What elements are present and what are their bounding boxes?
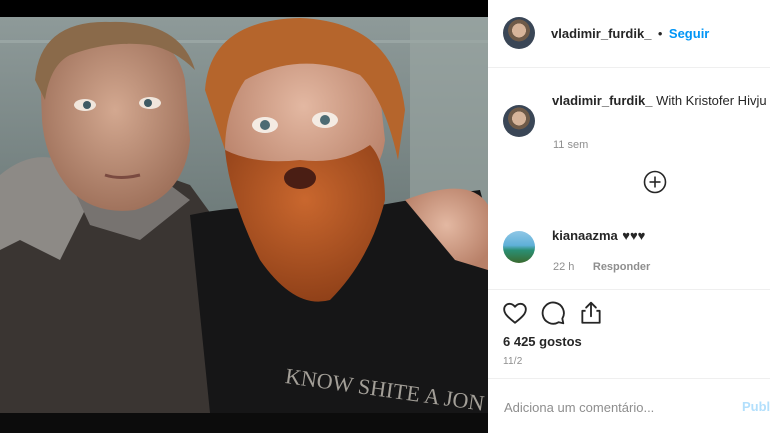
comment-icon[interactable] <box>540 300 566 326</box>
author-username[interactable]: vladimir_furdik_ <box>551 26 651 41</box>
post-sidebar: vladimir_furdik_ • Seguir vladimir_furdi… <box>488 0 770 433</box>
comment-item: kianaazma ♥♥♥ <box>552 227 645 245</box>
comment-text: ♥♥♥ <box>622 228 646 243</box>
caption: vladimir_furdik_ With Kristofer Hivju a … <box>552 92 770 110</box>
comment-input[interactable] <box>502 395 736 419</box>
post-photo-image: KNOW SHITE A JON SN <box>0 0 488 433</box>
comment-time[interactable]: 22 h <box>553 261 574 273</box>
caption-username[interactable]: vladimir_furdik_ <box>552 93 652 108</box>
follow-button[interactable]: Seguir <box>669 26 709 41</box>
author-line: vladimir_furdik_ • Seguir <box>551 25 709 43</box>
share-icon[interactable] <box>578 300 604 326</box>
like-count[interactable]: 6 425 gostos <box>503 334 582 349</box>
reply-button[interactable]: Responder <box>593 261 650 273</box>
post-photo[interactable]: KNOW SHITE A JON SN <box>0 0 488 433</box>
author-avatar[interactable] <box>503 17 535 49</box>
publish-button[interactable]: Publicar <box>742 399 770 414</box>
caption-time[interactable]: 11 sem <box>553 139 588 151</box>
commenter-avatar[interactable] <box>503 231 535 263</box>
comment-meta: 22 h Responder <box>553 257 650 275</box>
post-actions: 6 425 gostos 11/2 <box>488 289 770 380</box>
comment-username[interactable]: kianaazma <box>552 228 618 243</box>
caption-avatar[interactable] <box>503 105 535 137</box>
post-date: 11/2 <box>503 356 523 367</box>
plus-circle-icon[interactable] <box>643 170 667 194</box>
add-comment-bar: Publicar <box>488 378 770 433</box>
post-header: vladimir_furdik_ • Seguir <box>488 0 770 68</box>
caption-line: vladimir_furdik_ With Kristofer Hivju a … <box>552 92 770 110</box>
follow-separator: • <box>657 26 663 41</box>
caption-text: With Kristofer Hivju a man with a big he… <box>656 93 770 108</box>
heart-icon[interactable] <box>502 300 528 326</box>
